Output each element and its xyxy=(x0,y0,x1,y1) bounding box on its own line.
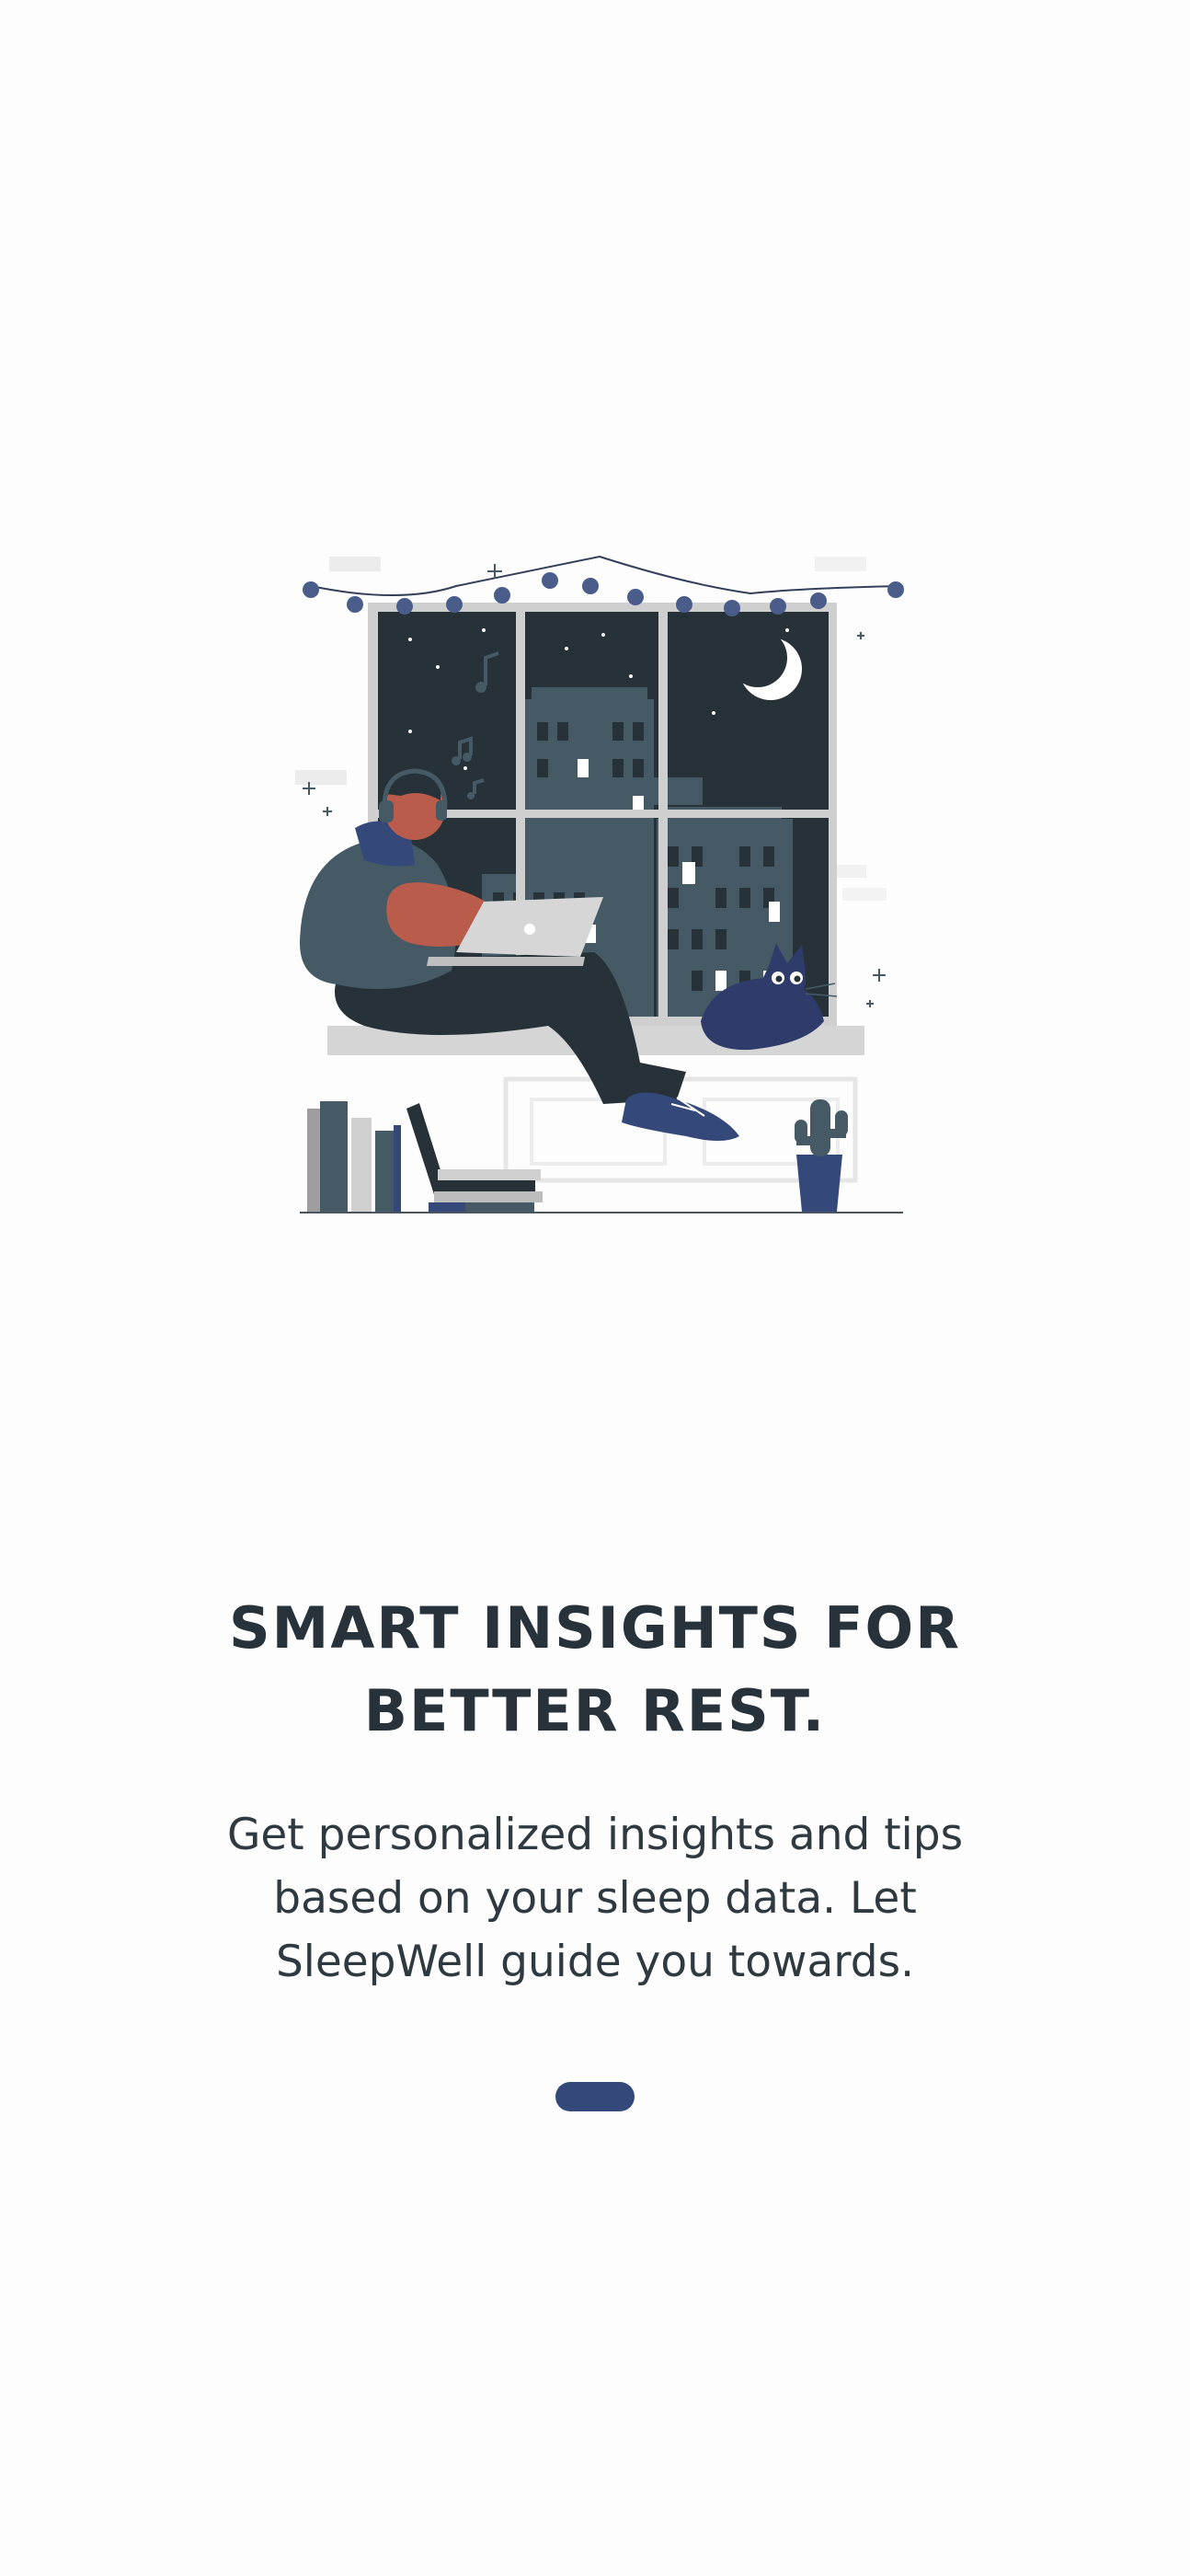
page-indicator xyxy=(555,2082,635,2111)
night-window-illustration xyxy=(291,547,912,1214)
onboarding-description: Get personalized insights and tips based… xyxy=(226,1810,964,1987)
page-indicator-active-dot[interactable] xyxy=(555,2082,635,2111)
onboarding-title: SMART INSIGHTS FOR BETTER REST. xyxy=(229,1594,961,1744)
onboarding-screen: SMART INSIGHTS FOR BETTER REST. Get pers… xyxy=(0,0,1190,2576)
